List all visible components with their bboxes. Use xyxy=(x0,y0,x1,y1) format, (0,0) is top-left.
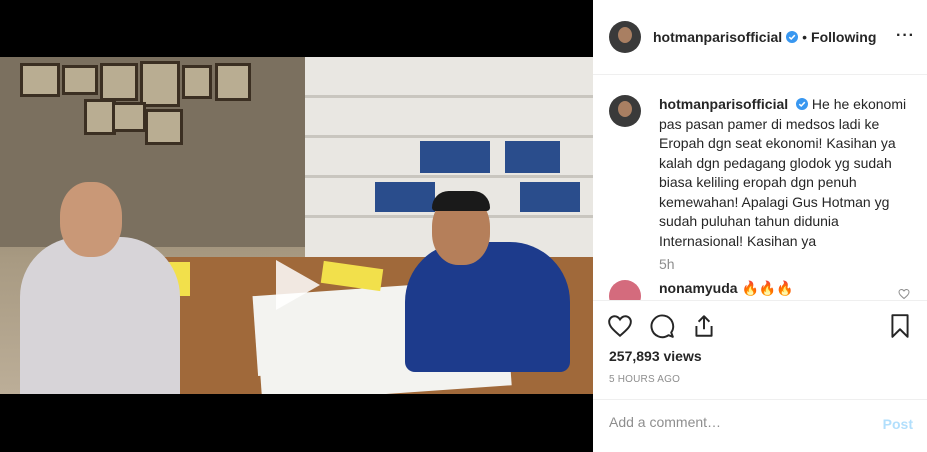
video-frame xyxy=(112,102,146,132)
post-header: hotmanparisofficial • Following ··· xyxy=(593,0,927,75)
comment-body: 🔥🔥🔥 xyxy=(741,280,794,296)
avatar[interactable] xyxy=(609,95,641,127)
action-icons xyxy=(607,313,717,339)
add-comment-bar: Post xyxy=(593,399,927,452)
following-button[interactable]: Following xyxy=(811,29,876,45)
caption-username[interactable]: hotmanparisofficial xyxy=(659,96,788,112)
video-person-right-hair xyxy=(432,191,490,211)
video-frame xyxy=(100,63,138,101)
video-person-right xyxy=(405,242,570,372)
video-frame xyxy=(62,65,98,95)
video-frame xyxy=(20,63,60,97)
video-frame xyxy=(145,109,183,145)
post-button[interactable]: Post xyxy=(883,416,913,432)
shelf-binders xyxy=(420,141,490,173)
heart-icon[interactable] xyxy=(898,288,910,300)
video-frame xyxy=(182,65,212,99)
avatar[interactable] xyxy=(609,21,641,53)
share-icon[interactable] xyxy=(691,313,717,339)
caption-body: He he ekonomi pas pasan pamer di medsos … xyxy=(659,96,907,249)
shelf-binders xyxy=(375,182,435,212)
play-icon[interactable] xyxy=(262,252,328,318)
more-options-icon[interactable]: ··· xyxy=(896,27,915,45)
verified-icon xyxy=(796,98,809,110)
post-timestamp[interactable]: 5 HOURS AGO xyxy=(609,374,680,385)
caption-time[interactable]: 5h xyxy=(659,256,675,272)
comment-icon[interactable] xyxy=(649,313,675,339)
shelf-line xyxy=(305,95,593,98)
heart-icon[interactable] xyxy=(607,313,633,339)
post-panel: hotmanparisofficial • Following ··· hotm… xyxy=(593,0,927,452)
video-player[interactable] xyxy=(0,57,593,394)
comment-input[interactable] xyxy=(609,414,859,430)
video-frame xyxy=(140,61,180,107)
shelf-line xyxy=(305,135,593,138)
verified-icon xyxy=(786,31,799,43)
shelf-binders xyxy=(520,182,580,212)
video-person-left xyxy=(20,237,180,394)
media-area xyxy=(0,0,593,451)
shelf-binders xyxy=(505,141,560,173)
caption-text: hotmanparisofficial He he ekonomi pas pa… xyxy=(659,95,914,251)
avatar[interactable] xyxy=(609,280,641,300)
shelf-line xyxy=(305,175,593,178)
comment-username[interactable]: nonamyuda xyxy=(659,280,738,296)
username[interactable]: hotmanparisofficial xyxy=(653,29,782,45)
caption: hotmanparisofficial He he ekonomi pas pa… xyxy=(609,95,914,251)
comment: nonamyuda 🔥🔥🔥 xyxy=(609,280,914,300)
comments-list: hotmanparisofficial He he ekonomi pas pa… xyxy=(593,75,927,300)
video-person-left-head xyxy=(60,182,122,257)
bookmark-icon[interactable] xyxy=(887,313,913,339)
comment-text: nonamyuda 🔥🔥🔥 xyxy=(659,280,914,297)
video-frame xyxy=(215,63,251,101)
separator-dot: • xyxy=(802,29,808,45)
view-count[interactable]: 257,893 views xyxy=(609,348,702,364)
